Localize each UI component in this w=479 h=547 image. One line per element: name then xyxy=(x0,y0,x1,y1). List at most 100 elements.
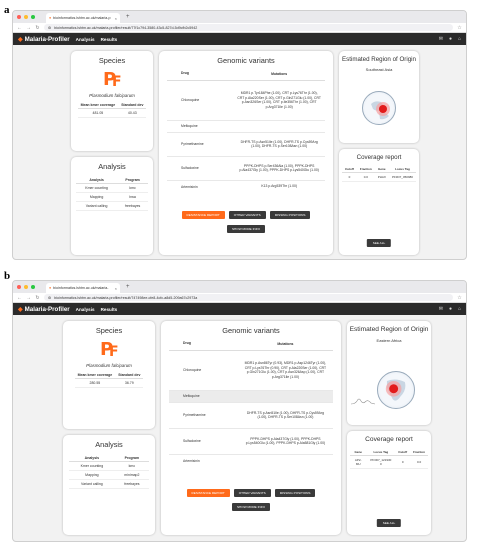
mail-icon[interactable]: ✉ xyxy=(439,36,443,42)
maximize-window-icon[interactable] xyxy=(31,15,35,19)
back-icon[interactable]: ← xyxy=(17,25,22,31)
table-row: Pyrimethamine DHFR-TS p.Asn51Ile (1.00),… xyxy=(169,403,333,429)
browser-tab[interactable]: ● bioinformatics.lshtm.ac.uk/malaria- × xyxy=(46,283,120,293)
mutations-cell: DHFR-TS p.Asn51Ile (1.00), DHFR-TS p.Cys… xyxy=(246,410,324,420)
drug-cell: Artemisinin xyxy=(183,458,200,463)
app-navbar: ◆ Malaria-Profiler Analysis Results ✉ ● … xyxy=(13,33,466,45)
site-info-icon[interactable]: ⚙ xyxy=(48,26,51,30)
bookmark-icon[interactable]: ☆ xyxy=(457,25,462,31)
coverage-cell: AP2-MU xyxy=(350,455,367,469)
nav-analysis[interactable]: Analysis xyxy=(76,307,95,312)
institution-icon[interactable]: ⌂ xyxy=(458,306,461,312)
genomic-variants-card: Genomic variants Drug Mutations Chloroqu… xyxy=(159,51,333,255)
coverage-table: Cutoff Fraction Gene Locus Tag 0 0.0 PHA… xyxy=(342,166,416,182)
bookmark-icon[interactable]: ☆ xyxy=(457,295,462,301)
coverage-cell: PHAX xyxy=(374,172,389,182)
nav-results[interactable]: Results xyxy=(101,37,118,42)
reload-icon[interactable]: ↻ xyxy=(35,295,40,301)
coverage-cell: 0.0 xyxy=(410,455,428,469)
drug-cell: Mefloquine xyxy=(181,124,198,129)
app-brand[interactable]: ◆ Malaria-Profiler xyxy=(18,36,70,43)
drug-cell: Pyrimethamine xyxy=(183,413,206,418)
url-text: bioinformatics.lshtm.ac.uk/malaria-profi… xyxy=(54,295,198,300)
close-window-icon[interactable] xyxy=(17,15,21,19)
github-icon[interactable]: ● xyxy=(449,36,452,42)
panel-label-a: a xyxy=(4,4,10,16)
forward-icon[interactable]: → xyxy=(26,25,31,31)
nav-analysis[interactable]: Analysis xyxy=(76,37,95,42)
browser-tab[interactable]: ● bioinformatics.lshtm.ac.uk/malaria-p × xyxy=(46,13,120,23)
institution-icon[interactable]: ⌂ xyxy=(458,36,461,42)
app-brand[interactable]: ◆ Malaria-Profiler xyxy=(18,306,70,313)
resistance-report-button[interactable]: RESISTANCE REPORT xyxy=(181,211,225,219)
brand-logo-icon: ◆ xyxy=(18,36,23,43)
reload-icon[interactable]: ↻ xyxy=(35,25,40,31)
drug-cell: Sulfadoxine xyxy=(181,166,199,171)
drug-cell: Chloroquine xyxy=(183,368,202,373)
minimize-window-icon[interactable] xyxy=(24,15,28,19)
drug-cell: Chloroquine xyxy=(181,98,200,103)
analysis-cell: Variant calling xyxy=(69,479,115,489)
missing-positions-button[interactable]: MISSING POSITIONS xyxy=(269,211,311,219)
close-window-icon[interactable] xyxy=(17,285,21,289)
table-header: Drug xyxy=(183,341,191,345)
coverage-cell: PF3D7_121930 0 xyxy=(366,455,396,469)
site-info-icon[interactable]: ⚙ xyxy=(48,296,51,300)
tab-title: bioinformatics.lshtm.ac.uk/malaria- xyxy=(53,286,109,290)
show-more-info-button[interactable]: SHOW MORE INFO xyxy=(231,503,270,511)
table-row: Mefloquine xyxy=(167,121,325,133)
address-bar: ← → ↻ ⚙ bioinformatics.lshtm.ac.uk/malar… xyxy=(13,23,466,33)
table-row: AP2-MU PF3D7_121930 0 0 0.0 xyxy=(350,455,428,469)
nav-results[interactable]: Results xyxy=(101,307,118,312)
density-curve-icon xyxy=(351,398,375,405)
variants-table: Drug Mutations Chloroquine MDR1 p.Tyr184… xyxy=(167,69,325,193)
favicon-icon: ● xyxy=(49,286,52,290)
analysis-title: Analysis xyxy=(95,440,123,449)
maximize-window-icon[interactable] xyxy=(31,285,35,289)
minimize-window-icon[interactable] xyxy=(24,285,28,289)
back-icon[interactable]: ← xyxy=(17,295,22,301)
url-field[interactable]: ⚙ bioinformatics.lshtm.ac.uk/malaria-pro… xyxy=(44,24,453,31)
table-row: Chloroquine MDR1 p.Asn86Tyr (0.93), MDR1… xyxy=(169,351,333,391)
app-navbar: ◆ Malaria-Profiler Analysis Results ✉ ● … xyxy=(13,303,466,315)
show-more-info-button[interactable]: SHOW MORE INFO xyxy=(226,225,265,233)
other-variants-button[interactable]: OTHER VARIANTS xyxy=(233,489,271,497)
globe-icon xyxy=(371,101,390,120)
species-title: Species xyxy=(98,56,126,65)
resistance-report-button[interactable]: RESISTANCE REPORT xyxy=(186,489,230,497)
new-tab-icon[interactable]: + xyxy=(126,14,130,20)
region-card: Estimated Region of Origin Southeast Asi… xyxy=(339,51,419,143)
mutations-cell: DHFR-TS p.Asn51Ile (1.00), DHFR-TS p.Cys… xyxy=(240,139,318,149)
drug-cell: Mefloquine xyxy=(183,394,200,399)
url-field[interactable]: ⚙ bioinformatics.lshtm.ac.uk/malaria-pro… xyxy=(44,294,453,301)
mail-icon[interactable]: ✉ xyxy=(439,306,443,312)
table-header: Drug xyxy=(181,71,189,75)
github-icon[interactable]: ● xyxy=(449,306,452,312)
analysis-table: Analysis Program Kmer counting kmc Mappi… xyxy=(76,177,148,211)
see-all-button[interactable]: SEE ALL xyxy=(376,519,402,527)
table-header: Mutations xyxy=(271,72,288,76)
table-row: Kmer counting kmc xyxy=(76,183,148,193)
tab-title: bioinformatics.lshtm.ac.uk/malaria-p xyxy=(53,16,111,20)
other-variants-button[interactable]: OTHER VARIANTS xyxy=(228,211,266,219)
table-row: Variant calling freebayes xyxy=(76,201,148,211)
pf-logo: PF xyxy=(103,69,122,90)
coverage-title: Coverage report xyxy=(365,436,413,443)
drug-cell: Sulfadoxine xyxy=(183,439,201,444)
close-tab-icon[interactable]: × xyxy=(115,286,117,291)
new-tab-icon[interactable]: + xyxy=(126,284,130,290)
standard-dev: 40.43 xyxy=(118,108,147,118)
coverage-cell: PF3D7_050980 xyxy=(388,172,416,182)
missing-positions-button[interactable]: MISSING POSITIONS xyxy=(274,489,316,497)
drug-cell: Pyrimethamine xyxy=(181,142,204,147)
species-title: Species xyxy=(95,326,123,335)
forward-icon[interactable]: → xyxy=(26,295,31,301)
table-row: Sulfadoxine PPPK-DHPS p.Ala437Gly (1.00)… xyxy=(169,429,333,455)
table-row: 0 0.0 PHAX PF3D7_050980 xyxy=(342,172,416,182)
screenshot-panel-b: ● bioinformatics.lshtm.ac.uk/malaria- × … xyxy=(12,280,467,542)
browser-tab-bar: ● bioinformatics.lshtm.ac.uk/malaria- × … xyxy=(13,281,466,293)
see-all-button[interactable]: SEE ALL xyxy=(366,239,392,247)
table-row: Mefloquine xyxy=(169,390,333,403)
coverage-cell: 0.0 xyxy=(356,172,375,182)
close-tab-icon[interactable]: × xyxy=(115,16,117,21)
